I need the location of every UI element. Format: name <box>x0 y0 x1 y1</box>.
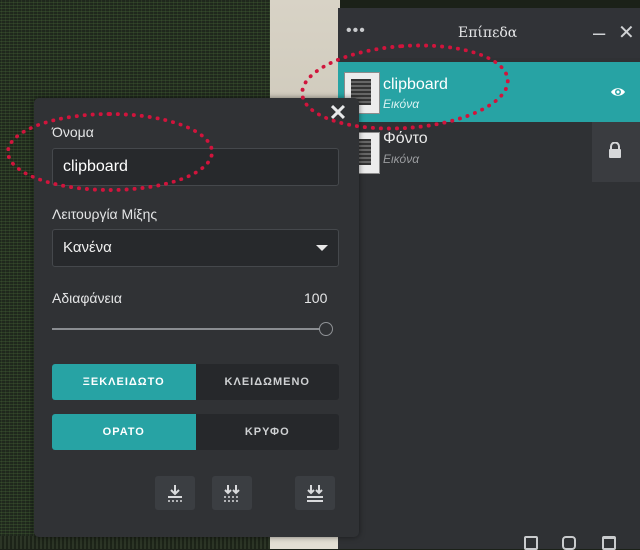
layers-panel: ••• Επίπεδα – ✕ clipboard Εικόνα Φόντο Ε… <box>338 8 640 550</box>
lock-segmented-control: ΞΕΚΛΕΙΔΩΤΟ ΚΛΕΙΔΩΜΕΝΟ <box>52 364 339 400</box>
merge-all-icon <box>307 485 323 502</box>
merge-down-button[interactable] <box>155 476 195 510</box>
opacity-value: 100 <box>304 290 328 306</box>
layer-row-clipboard[interactable]: clipboard Εικόνα <box>338 62 640 122</box>
opacity-label: Αδιαφάνεια <box>52 290 122 306</box>
close-icon[interactable]: ✕ <box>327 102 349 124</box>
layer-properties-panel: ✕ Όνομα Λειτουργία Μίξης Κανένα Αδιαφάνε… <box>34 98 359 537</box>
opacity-slider[interactable] <box>52 328 320 330</box>
lock-icon <box>609 142 621 158</box>
layers-footer <box>524 536 634 550</box>
blend-mode-label: Λειτουργία Μίξης <box>52 206 158 222</box>
locked-button[interactable]: ΚΛΕΙΔΩΜΕΝΟ <box>196 364 340 400</box>
merge-all-button[interactable] <box>295 476 335 510</box>
delete-layer-icon[interactable] <box>602 536 616 550</box>
unlocked-button[interactable]: ΞΕΚΛΕΙΔΩΤΟ <box>52 364 196 400</box>
more-dots-icon[interactable]: ••• <box>346 22 366 40</box>
layer-type: Εικόνα <box>383 152 420 166</box>
opacity-slider-handle[interactable] <box>319 322 333 336</box>
minimize-icon[interactable]: – <box>593 20 605 46</box>
chevron-down-icon <box>316 245 328 251</box>
blend-mode-select[interactable]: Κανένα <box>52 229 339 267</box>
layer-type: Εικόνα <box>383 97 420 111</box>
merge-visible-button[interactable] <box>212 476 252 510</box>
visibility-segmented-control: ΟΡΑΤΟ ΚΡΥΦΟ <box>52 414 339 450</box>
lock-toggle[interactable] <box>592 122 640 182</box>
panel-title: Επίπεδα <box>458 25 518 41</box>
layers-header: ••• Επίπεδα – ✕ <box>338 8 640 58</box>
layer-name-input[interactable] <box>52 148 339 186</box>
layer-row-background[interactable]: Φόντο Εικόνα <box>338 122 640 182</box>
close-panel-icon[interactable]: ✕ <box>618 20 635 45</box>
duplicate-layer-icon[interactable] <box>562 536 576 550</box>
layer-name: clipboard <box>383 76 448 93</box>
opacity-slider-fill <box>52 328 320 330</box>
canvas-bottom-strip <box>0 536 270 549</box>
name-label: Όνομα <box>52 124 94 140</box>
merge-visible-icon <box>224 485 240 502</box>
blend-mode-value: Κανένα <box>63 239 112 256</box>
add-layer-icon[interactable] <box>524 536 538 550</box>
layer-name: Φόντο <box>383 130 428 147</box>
hidden-button[interactable]: ΚΡΥΦΟ <box>196 414 340 450</box>
eye-icon[interactable] <box>610 84 626 100</box>
merge-down-icon <box>168 485 182 502</box>
visible-button[interactable]: ΟΡΑΤΟ <box>52 414 196 450</box>
